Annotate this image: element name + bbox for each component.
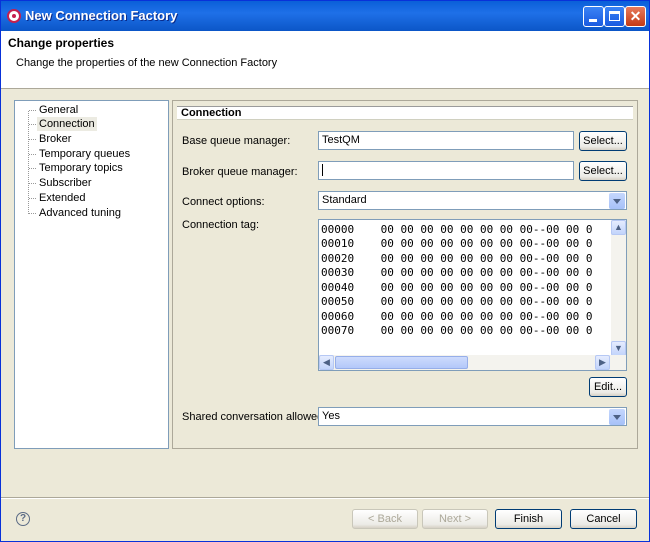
- footer-divider: [1, 497, 649, 499]
- tree-item-label: Subscriber: [39, 177, 92, 189]
- text-caret: [322, 164, 323, 177]
- horizontal-scroll-thumb[interactable]: [335, 356, 468, 369]
- scroll-up-icon[interactable]: ▲: [611, 220, 626, 235]
- close-icon: ✕: [629, 8, 642, 24]
- base-qm-select-button[interactable]: Select...: [579, 131, 627, 151]
- property-tree: General Connection Broker Temporary queu…: [14, 100, 169, 449]
- maximize-button[interactable]: [604, 6, 625, 27]
- base-qm-label: Base queue manager:: [182, 135, 291, 147]
- tree-item-label: Connection: [37, 117, 97, 131]
- group-title: Connection: [177, 106, 633, 120]
- hex-row: 00010 00 00 00 00 00 00 00 00--00 00 0: [321, 237, 593, 250]
- hex-row: 00070 00 00 00 00 00 00 00 00--00 00 0: [321, 324, 593, 337]
- chevron-down-icon[interactable]: [609, 193, 625, 209]
- connection-tag-label: Connection tag:: [182, 219, 260, 231]
- tree-item-label: Broker: [39, 133, 72, 145]
- connect-options-select[interactable]: Standard: [318, 191, 627, 210]
- tree-item-label: Temporary topics: [39, 162, 123, 174]
- connect-options-value: Standard: [322, 194, 367, 206]
- vertical-scrollbar[interactable]: ▲ ▼: [611, 220, 626, 356]
- hex-row: 00020 00 00 00 00 00 00 00 00--00 00 0: [321, 252, 593, 265]
- tree-item-label: Extended: [39, 192, 86, 204]
- scroll-down-icon[interactable]: ▼: [611, 341, 626, 356]
- hex-row: 00000 00 00 00 00 00 00 00 00--00 00 0: [321, 223, 593, 236]
- cancel-button[interactable]: Cancel: [570, 509, 637, 529]
- broker-qm-input[interactable]: [318, 161, 574, 180]
- page-subtitle: Change the properties of the new Connect…: [16, 57, 278, 69]
- minimize-button[interactable]: [583, 6, 604, 27]
- horizontal-scrollbar[interactable]: ◀ ▶: [319, 355, 626, 370]
- hex-row: 00030 00 00 00 00 00 00 00 00--00 00 0: [321, 266, 593, 279]
- edit-button[interactable]: Edit...: [589, 377, 627, 397]
- shared-conversation-select[interactable]: Yes: [318, 407, 627, 426]
- shared-conversation-value: Yes: [322, 410, 340, 422]
- broker-qm-label: Broker queue manager:: [182, 166, 298, 178]
- help-icon[interactable]: ?: [16, 512, 30, 526]
- tree-item-label: Advanced tuning: [39, 207, 121, 219]
- connect-options-label: Connect options:: [182, 196, 265, 208]
- back-button[interactable]: < Back: [352, 509, 418, 529]
- connection-factory-icon: [7, 9, 21, 23]
- hex-row: 00050 00 00 00 00 00 00 00 00--00 00 0: [321, 295, 593, 308]
- broker-qm-select-button[interactable]: Select...: [579, 161, 627, 181]
- hex-row: 00060 00 00 00 00 00 00 00 00--00 00 0: [321, 310, 593, 323]
- shared-conversation-label: Shared conversation allowed:: [182, 411, 327, 423]
- scroll-left-icon[interactable]: ◀: [319, 355, 334, 370]
- hex-row: 00040 00 00 00 00 00 00 00 00--00 00 0: [321, 281, 593, 294]
- base-qm-input[interactable]: TestQM: [318, 131, 574, 150]
- connection-tag-editor[interactable]: 00000 00 00 00 00 00 00 00 00--00 00 0 0…: [318, 219, 627, 371]
- close-button[interactable]: ✕: [625, 6, 646, 27]
- page-title: Change properties: [8, 36, 115, 50]
- wizard-header: Change properties Change the properties …: [1, 31, 649, 89]
- scroll-right-icon[interactable]: ▶: [595, 355, 610, 370]
- window-title: New Connection Factory: [25, 8, 178, 23]
- tree-item-label: Temporary queues: [39, 148, 131, 160]
- finish-button[interactable]: Finish: [495, 509, 562, 529]
- dialog-window: New Connection Factory ✕ Change properti…: [0, 0, 650, 542]
- chevron-down-icon[interactable]: [609, 409, 625, 425]
- tree-item-label: General: [39, 104, 79, 116]
- next-button[interactable]: Next >: [422, 509, 488, 529]
- title-bar[interactable]: New Connection Factory ✕: [1, 1, 649, 31]
